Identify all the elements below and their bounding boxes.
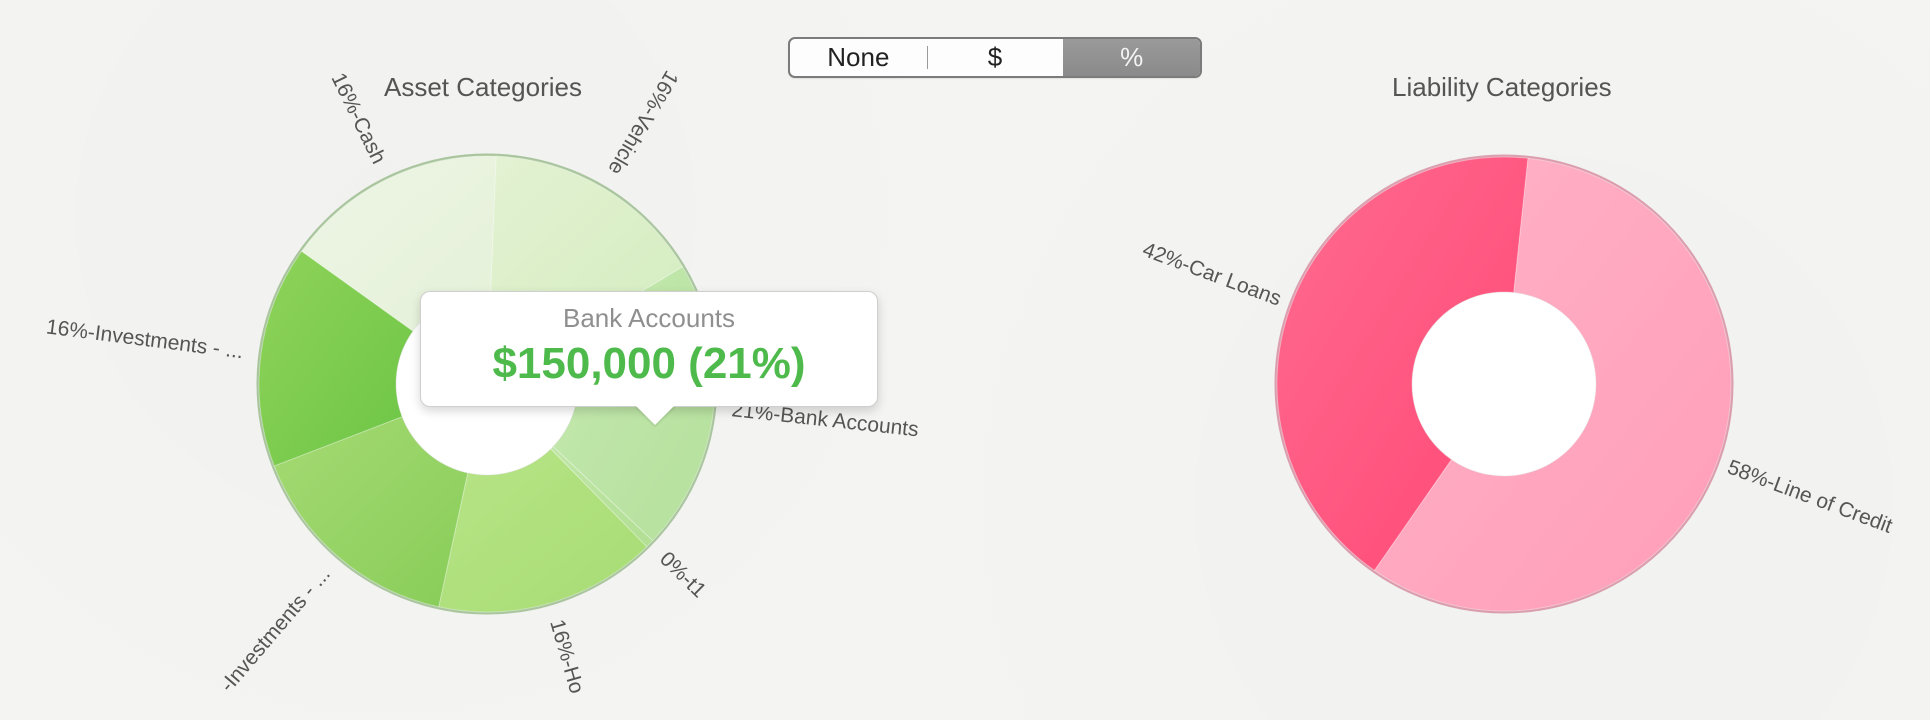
donut-charts: 21%-Bank Accounts0%-t116%-Ho-Investments… [45,67,1896,697]
asset-slice-label-3: -Investments - ... [216,563,335,697]
net-worth-charts-view: None $ % Asset Categories Liability Cate… [0,0,1930,720]
asset-slice-label-2: 16%-Ho [545,617,588,696]
liability-slice-label-1: 42%-Car Loans [1140,238,1285,310]
asset-slice-label-5: 16%-Cash [326,69,390,167]
tooltip-value: $150,000 (21%) [492,339,806,388]
asset-slice-label-4: 16%-Investments - ... [45,315,245,363]
liability-slice-label-0: 58%-Line of Credit [1724,456,1895,538]
asset-slice-label-1: 0%-t1 [655,547,710,602]
liability-center-hole [1411,291,1597,477]
slice-tooltip: Bank Accounts $150,000 (21%) [420,291,878,407]
tooltip-title: Bank Accounts [563,303,735,333]
liability-donut [1274,154,1734,614]
asset-slice-label-6: 16%-Vehicle [603,67,682,179]
